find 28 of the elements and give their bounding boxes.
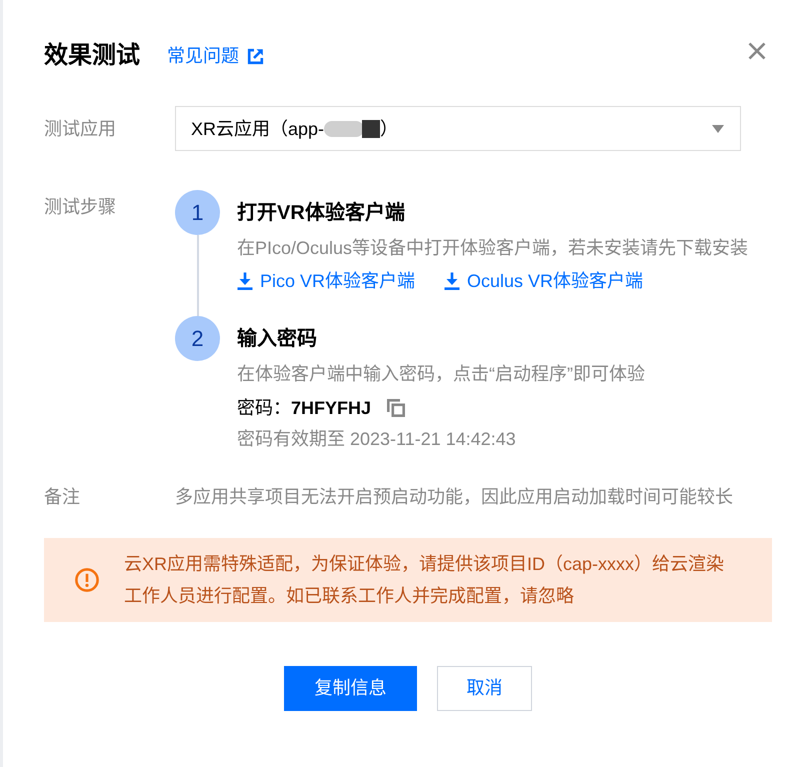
password-value: 7HFYFHJ [291,397,372,420]
caret-icon [712,124,724,132]
section-label: 测试步骤 [44,196,117,219]
download-icon [237,272,253,290]
warning-icon [75,568,99,592]
alert-text: 云XR应用需特殊适配，为保证体验，请提供该项目ID（cap-xxxx）给云渲染工作人员进行配置。如已联系工作人并完成配置，请忽略 [124,553,726,608]
external-link-icon [247,48,264,64]
cancel-button[interactable]: 取消 [437,666,532,711]
note-label: 备注 [44,486,81,509]
expiry-text: 密码有效期至 2023-11-21 14:42:43 [237,428,517,451]
step-description: 在体验客户端中输入密码，点击“启动程序”即可体验 [237,363,645,386]
step-title: 打开VR体验客户端 [237,200,406,226]
primary-button[interactable]: 复制信息 [284,666,417,711]
password-label: 密码： [237,397,291,420]
step-number: 1 [175,190,220,235]
step-number: 2 [175,316,220,361]
close-icon[interactable] [748,42,766,60]
note-text: 多应用共享项目无法开启预启动功能，因此应用启动加载时间可能较长 [175,486,733,509]
download-icon [444,272,460,290]
step-title: 输入密码 [237,326,318,352]
copy-icon[interactable] [387,399,406,417]
download-link[interactable]: Pico VR体验客户端 [237,269,416,293]
help-link[interactable]: 常见问题 [167,44,264,68]
dialog-title: 效果测试 [44,41,140,71]
download-link[interactable]: Oculus VR体验客户端 [444,269,644,293]
step-description: 在PIco/Oculus等设备中打开体验客户端，若未安装请先下载安装 [237,237,748,260]
select-field[interactable]: XR云应用（app- ） [175,106,741,151]
field-label: 测试应用 [44,118,117,140]
